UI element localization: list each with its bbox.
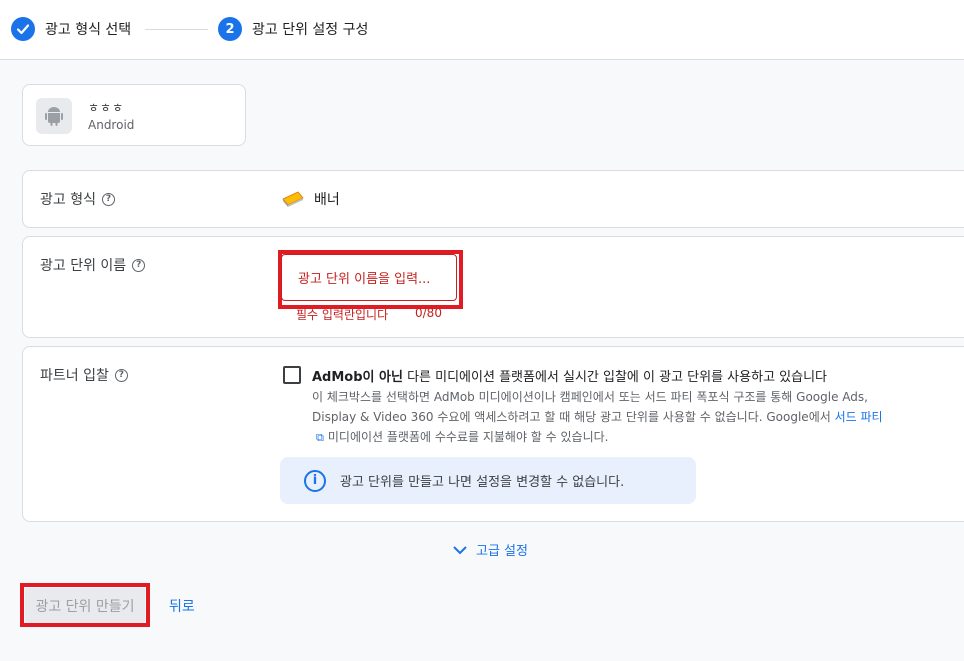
info-banner: i 광고 단위를 만들고 나면 설정을 변경할 수 없습니다. xyxy=(280,457,696,504)
info-text: 광고 단위를 만들고 나면 설정을 변경할 수 없습니다. xyxy=(340,475,625,490)
android-icon xyxy=(36,98,72,134)
step-2-number: 2 xyxy=(218,17,242,41)
partner-bidding-checkbox[interactable] xyxy=(283,366,301,384)
step-2-label: 광고 단위 설정 구성 xyxy=(252,22,369,38)
desc-line-3: ⧉ 미디에이션 플랫폼에 수수료를 지불해야 할 수 있습니다. xyxy=(312,427,942,448)
ad-unit-name-row: 광고 단위 이름 ? 광고 단위 이름을 입력... 필수 입력란입니다 0/8… xyxy=(22,236,964,338)
partner-bidding-label-text: 파트너 입찰 xyxy=(40,368,109,384)
help-icon[interactable]: ? xyxy=(132,258,146,272)
partner-bidding-row: 파트너 입찰 ? AdMob이 아닌 다른 미디에이션 플랫폼에서 실시간 입찰… xyxy=(22,346,964,522)
banner-icon xyxy=(282,191,304,207)
advanced-settings-toggle[interactable]: 고급 설정 xyxy=(452,540,528,559)
ad-format-value-text: 배너 xyxy=(314,192,340,208)
checkbox-title[interactable]: AdMob이 아닌 다른 미디에이션 플랫폼에서 실시간 입찰에 이 광고 단위… xyxy=(312,366,827,385)
app-name: ㅎㅎㅎ xyxy=(88,101,125,115)
back-link[interactable]: 뒤로 xyxy=(169,596,195,616)
ad-format-label: 광고 형식 ? xyxy=(40,189,115,209)
stepper: 광고 형식 선택 2 광고 단위 설정 구성 xyxy=(0,0,964,60)
info-icon: i xyxy=(304,469,326,492)
step-1: 광고 형식 선택 xyxy=(11,17,131,41)
app-platform: Android xyxy=(88,118,135,132)
step-1-label: 광고 형식 선택 xyxy=(45,22,132,38)
ad-unit-name-input[interactable]: 광고 단위 이름을 입력... xyxy=(281,254,457,301)
ad-unit-name-label: 광고 단위 이름 ? xyxy=(40,255,146,275)
checkbox-title-rest: 다른 미디에이션 플랫폼에서 실시간 입찰에 이 광고 단위를 사용하고 있습니… xyxy=(402,370,827,385)
checkbox-description: 이 체크박스를 선택하면 AdMob 미디에이션이나 캠페인에서 또는 서드 파… xyxy=(312,387,942,448)
ad-format-label-text: 광고 형식 xyxy=(40,192,96,208)
partner-bidding-label: 파트너 입찰 ? xyxy=(40,365,128,385)
check-icon xyxy=(11,17,35,41)
chevron-down-icon xyxy=(453,545,467,554)
step-2: 2 광고 단위 설정 구성 xyxy=(218,17,368,41)
create-ad-unit-button[interactable]: 광고 단위 만들기 xyxy=(25,588,145,623)
ad-unit-name-placeholder: 광고 단위 이름을 입력... xyxy=(298,272,431,287)
third-party-link[interactable]: 서드 파티 xyxy=(835,410,883,424)
step-divider xyxy=(145,29,208,30)
advanced-settings-label: 고급 설정 xyxy=(476,544,528,559)
checkbox-title-bold: AdMob이 아닌 xyxy=(312,370,403,385)
desc-line-3-text: 미디에이션 플랫폼에 수수료를 지불해야 할 수 있습니다. xyxy=(327,430,609,444)
desc-line-2: Display & Video 360 수요에 액세스하려고 할 때 해당 광고… xyxy=(312,407,942,427)
desc-line-2-text: Display & Video 360 수요에 액세스하려고 할 때 해당 광고… xyxy=(312,410,835,424)
external-link-icon[interactable]: ⧉ xyxy=(316,428,324,448)
ad-format-value: 배너 xyxy=(280,189,340,209)
app-card: ㅎㅎㅎ Android xyxy=(22,84,246,146)
required-error-text: 필수 입력란입니다 xyxy=(296,308,389,322)
desc-line-1: 이 체크박스를 선택하면 AdMob 미디에이션이나 캠페인에서 또는 서드 파… xyxy=(312,390,868,404)
help-icon[interactable]: ? xyxy=(101,192,115,206)
ad-unit-name-label-text: 광고 단위 이름 xyxy=(40,258,127,274)
ad-format-row: 광고 형식 ? 배너 xyxy=(22,170,964,228)
help-icon[interactable]: ? xyxy=(114,368,128,382)
char-counter: 0/80 xyxy=(415,306,442,320)
